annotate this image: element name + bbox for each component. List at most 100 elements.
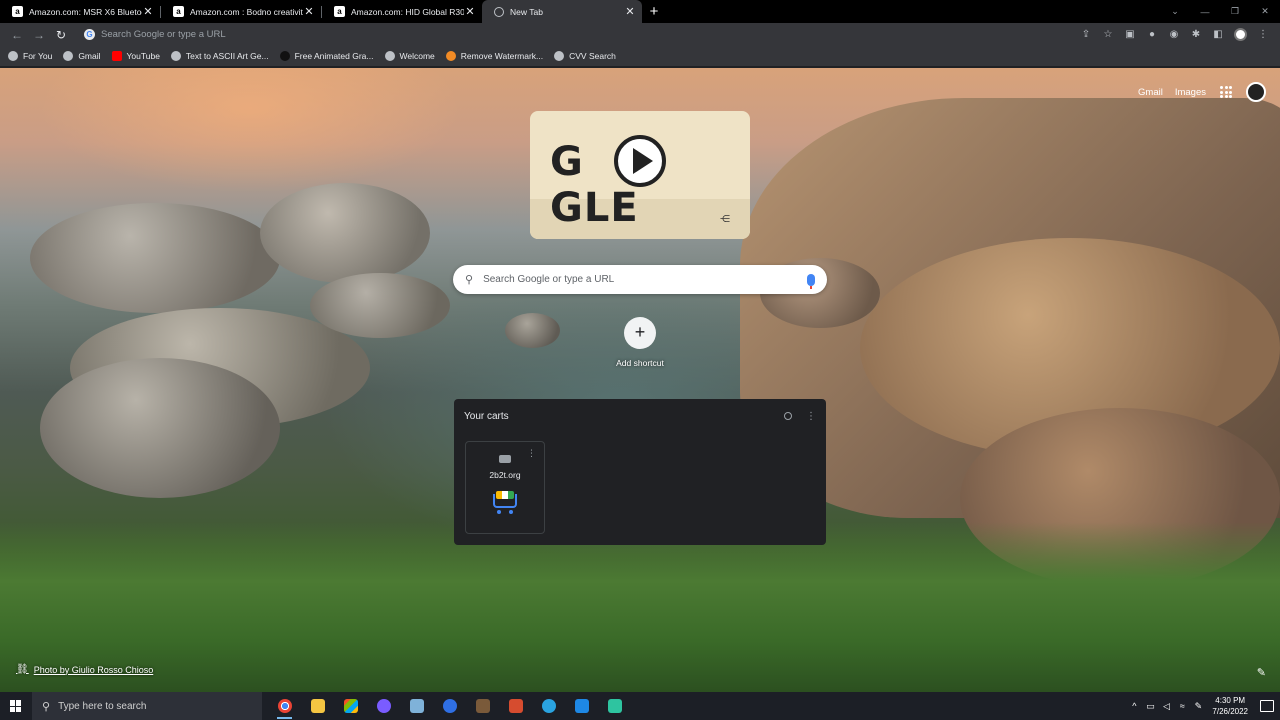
clock[interactable]: 4:30 PM 7/26/2022 — [1212, 695, 1248, 717]
add-shortcut-tile[interactable]: + Add shortcut — [603, 317, 677, 368]
apps-grid-icon[interactable] — [1220, 86, 1232, 98]
tab-title: New Tab — [510, 6, 543, 17]
close-icon[interactable]: ✕ — [142, 5, 154, 18]
discord-icon[interactable]: ◉ — [1163, 29, 1185, 40]
address-bar[interactable]: G Search Google or type a URL — [78, 25, 1069, 44]
toolbar-icons: ⇪ ☆ ▣ ● ◉ ✱ ◧ ⋮ — [1075, 28, 1274, 41]
chevron-up-icon[interactable]: ^ — [1126, 701, 1142, 711]
share-icon[interactable]: ⋲ — [720, 214, 730, 225]
store-taskbar-button[interactable] — [334, 692, 367, 720]
search-input[interactable] — [483, 274, 807, 285]
app-taskbar-button[interactable] — [598, 692, 631, 720]
bookmark-label: Remove Watermark... — [460, 51, 544, 61]
notepad-taskbar-button[interactable] — [400, 692, 433, 720]
taskbar-apps — [268, 692, 631, 720]
images-link[interactable]: Images — [1175, 87, 1206, 98]
store-icon — [343, 699, 358, 713]
more-vert-icon[interactable]: ⋮ — [527, 448, 536, 459]
photo-credit-text[interactable]: Photo by Giulio Rosso Chioso — [34, 665, 154, 675]
bookmark-youtube[interactable]: YouTube — [111, 51, 160, 61]
bookmark-ascii-art[interactable]: Text to ASCII Art Ge... — [170, 51, 269, 61]
google-doodle[interactable]: GGLE ⋲ — [530, 111, 750, 239]
background-rock — [310, 273, 450, 338]
side-panel-icon[interactable]: ◧ — [1207, 29, 1229, 40]
app-taskbar-button[interactable] — [499, 692, 532, 720]
extensions-puzzle-icon[interactable]: ✱ — [1185, 29, 1207, 40]
extension-icon[interactable]: ▣ — [1119, 29, 1141, 40]
close-icon[interactable]: ✕ — [303, 5, 315, 18]
tab-amazon-msr[interactable]: a Amazon.com: MSR X6 Bluetooth ✕ — [0, 0, 160, 23]
forward-icon[interactable]: → — [28, 28, 50, 42]
search-box[interactable]: ⚲ — [453, 265, 827, 294]
more-vert-icon[interactable]: ⋮ — [806, 411, 816, 422]
bookmark-remove-watermark[interactable]: Remove Watermark... — [445, 51, 544, 61]
globe-icon — [384, 51, 395, 61]
bookmark-welcome[interactable]: Welcome — [384, 51, 435, 61]
carts-module: Your carts ⋮ ⋮ 2b2t.org — [454, 399, 826, 545]
bookmark-cvv-search[interactable]: CVV Search — [554, 51, 616, 61]
app-icon — [442, 699, 457, 713]
google-icon: G — [84, 29, 95, 40]
background-rock — [260, 183, 430, 283]
pen-icon[interactable]: ✎ — [1190, 701, 1206, 712]
bookmark-gmail[interactable]: Gmail — [63, 51, 101, 61]
carts-header: Your carts ⋮ — [454, 399, 826, 433]
photo-credit[interactable]: ⛓ Photo by Giulio Rosso Chioso — [16, 664, 153, 675]
back-icon[interactable]: ← — [6, 28, 28, 42]
system-tray: ^ ▭ ◁ ≈ ✎ 4:30 PM 7/26/2022 — [1126, 695, 1280, 717]
telegram-taskbar-button[interactable] — [532, 692, 565, 720]
minecraft-taskbar-button[interactable] — [466, 692, 499, 720]
window-controls: ⌄ — ❐ ✕ — [1160, 0, 1280, 23]
close-icon[interactable]: ✕ — [464, 5, 476, 18]
wifi-icon[interactable]: ≈ — [1174, 701, 1190, 711]
bookmark-label: Gmail — [78, 51, 101, 61]
clock-time: 4:30 PM — [1215, 696, 1246, 705]
tab-amazon-bodno[interactable]: a Amazon.com : Bodno creativity a ✕ — [161, 0, 321, 23]
maximize-icon[interactable]: ❐ — [1220, 6, 1250, 17]
microphone-icon[interactable] — [807, 273, 815, 289]
bookmark-label: For You — [23, 51, 53, 61]
start-button[interactable] — [0, 692, 32, 720]
account-avatar[interactable] — [1246, 82, 1266, 102]
cart-tile[interactable]: ⋮ 2b2t.org — [465, 441, 545, 534]
extension-icon[interactable]: ● — [1141, 29, 1163, 40]
tab-new-tab[interactable]: New Tab ✕ — [482, 0, 642, 23]
file-explorer-taskbar-button[interactable] — [301, 692, 334, 720]
telegram-icon — [541, 699, 556, 713]
discord-taskbar-button[interactable] — [367, 692, 400, 720]
plus-icon[interactable]: + — [624, 317, 656, 349]
taskbar-search[interactable]: ⚲ Type here to search — [32, 692, 262, 720]
play-icon[interactable] — [614, 135, 666, 187]
window-close-icon[interactable]: ✕ — [1250, 6, 1280, 17]
background-rock — [30, 203, 280, 313]
link-icon: ⛓ — [16, 664, 29, 675]
youtube-icon — [111, 51, 122, 61]
share-icon[interactable]: ⇪ — [1075, 29, 1097, 40]
app-icon — [607, 699, 622, 713]
tab-strip: a Amazon.com: MSR X6 Bluetooth ✕ a Amazo… — [0, 0, 1280, 23]
close-icon[interactable]: ✕ — [624, 5, 636, 18]
bookmark-star-icon[interactable]: ☆ — [1097, 29, 1119, 40]
notification-icon[interactable] — [1260, 700, 1274, 712]
minecraft-icon — [475, 699, 490, 713]
tab-search-icon[interactable]: ⌄ — [1160, 6, 1190, 17]
menu-icon[interactable]: ⋮ — [1252, 29, 1274, 40]
info-icon[interactable] — [784, 412, 792, 420]
customize-pencil-icon[interactable]: ✎ — [1257, 666, 1266, 679]
reload-icon[interactable]: ↻ — [50, 28, 72, 42]
new-tab-button[interactable]: + — [642, 0, 666, 23]
gmail-link[interactable]: Gmail — [1138, 87, 1163, 98]
bookmark-label: Welcome — [399, 51, 435, 61]
chrome-taskbar-button[interactable] — [268, 692, 301, 720]
network-icon[interactable]: ▭ — [1142, 701, 1158, 712]
bookmark-for-you[interactable]: For You — [8, 51, 52, 61]
vscode-taskbar-button[interactable] — [565, 692, 598, 720]
site-favicon — [499, 455, 511, 463]
bookmark-animated[interactable]: Free Animated Gra... — [279, 51, 374, 61]
app-taskbar-button[interactable] — [433, 692, 466, 720]
tab-amazon-hid[interactable]: a Amazon.com: HID Global R3021 ✕ — [322, 0, 482, 23]
doodle-letters-gle: GLE — [550, 185, 639, 231]
profile-avatar[interactable] — [1234, 28, 1247, 41]
volume-icon[interactable]: ◁ — [1158, 701, 1174, 712]
minimize-icon[interactable]: — — [1190, 7, 1220, 17]
